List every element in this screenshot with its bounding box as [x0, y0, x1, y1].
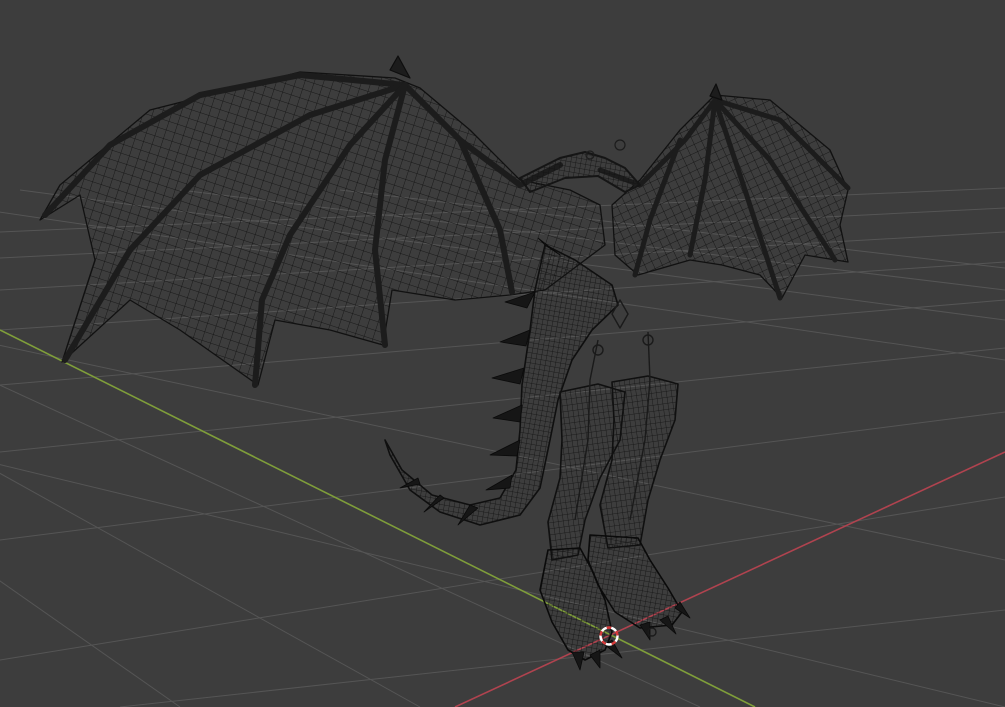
3d-viewport[interactable] — [0, 0, 1005, 707]
bone-joint-icon — [592, 344, 604, 356]
left-wing-claw-icon — [389, 55, 411, 79]
viewport-canvas[interactable] — [0, 0, 1005, 707]
shoulder-yoke — [519, 151, 641, 193]
bone-joint-icon — [614, 139, 626, 151]
dragon-wireframe-icon[interactable] — [39, 55, 851, 671]
right-wing-membrane — [611, 94, 849, 299]
